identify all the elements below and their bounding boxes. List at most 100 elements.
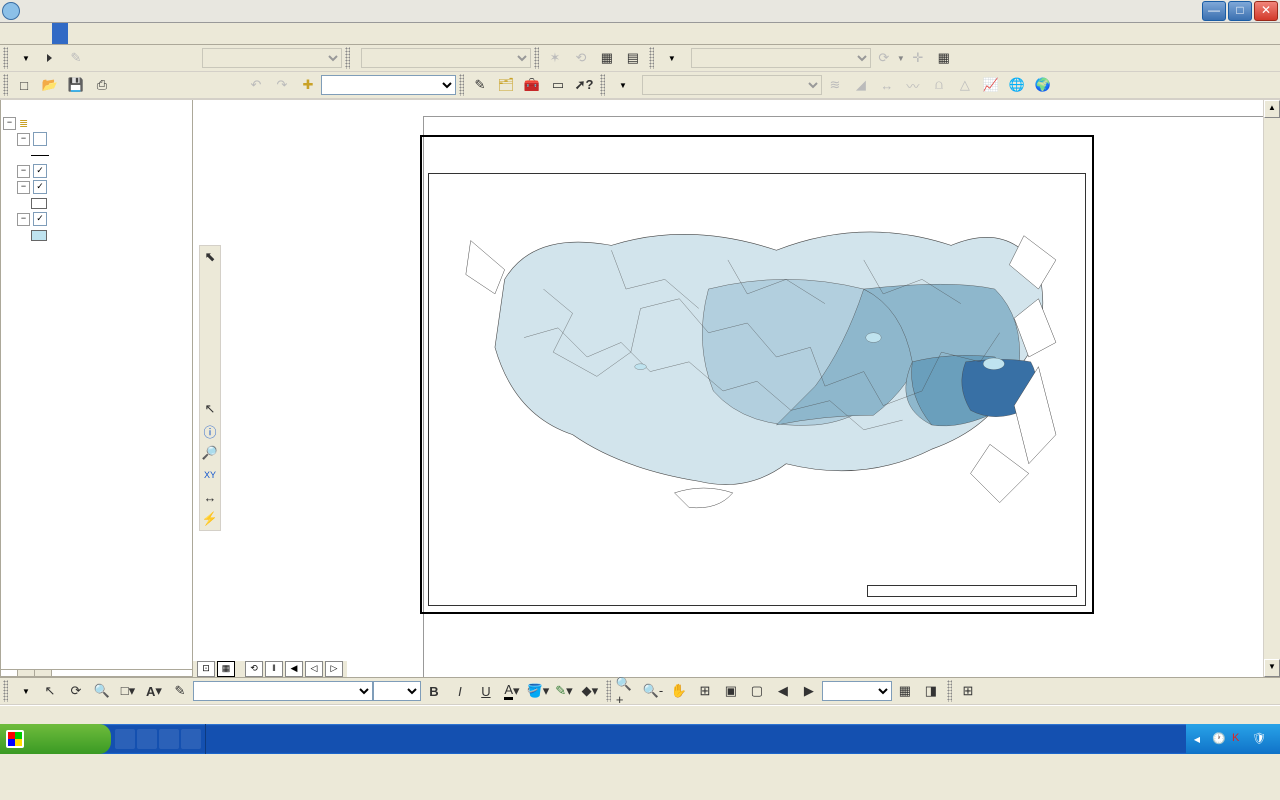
layout-view[interactable]: ⬉ ↖ ⓘ 🔎 XY ↔ ⚡ <box>193 100 1280 677</box>
grip-icon[interactable] <box>345 47 350 69</box>
scroll-start-icon[interactable]: ◁ <box>305 661 323 677</box>
georef-layer-dropdown[interactable] <box>691 48 871 68</box>
zoom-in-icon[interactable]: 🔍+ <box>615 679 639 703</box>
minimize-button[interactable]: — <box>1202 1 1226 21</box>
measure-icon[interactable]: ↔ <box>200 486 220 508</box>
tray-expand-icon[interactable]: ◀ <box>1194 735 1200 744</box>
full-extent-icon[interactable]: ⊞ <box>693 679 717 703</box>
toc-tab-selection[interactable] <box>35 670 52 676</box>
analyst-layer-dropdown[interactable] <box>642 75 822 95</box>
tray-icon[interactable]: K <box>1232 732 1246 746</box>
text-tool-icon[interactable]: A▾ <box>142 679 166 703</box>
edit-vertices-icon[interactable]: ✎ <box>168 679 192 703</box>
close-button[interactable]: ✕ <box>1254 1 1278 21</box>
layout-view-button[interactable]: ▦ <box>217 661 235 677</box>
fixed-zoom-out-icon[interactable]: ▢ <box>745 679 769 703</box>
collapse-icon[interactable]: − <box>3 117 16 130</box>
underline-icon[interactable]: U <box>474 679 498 703</box>
pause-button[interactable]: ‖ <box>265 661 283 677</box>
data-view-button[interactable]: ⊡ <box>197 661 215 677</box>
collapse-icon[interactable]: − <box>17 213 30 226</box>
symbol-swatch[interactable] <box>31 230 47 241</box>
vertical-scrollbar[interactable]: ▲ ▼ <box>1263 100 1280 677</box>
font-color-icon[interactable]: A▾ <box>500 679 524 703</box>
grip-icon[interactable] <box>606 680 611 702</box>
add-data-icon[interactable]: ✚ <box>296 73 320 97</box>
map-page[interactable] <box>423 116 1280 677</box>
layer-checkbox[interactable] <box>33 132 47 146</box>
map-frame[interactable] <box>420 135 1094 614</box>
fixed-zoom-in-icon[interactable]: ▣ <box>719 679 743 703</box>
pointer-icon[interactable]: ↖ <box>200 398 220 420</box>
layer-checkbox[interactable]: ✓ <box>33 212 47 226</box>
collapse-icon[interactable]: − <box>17 165 30 178</box>
arctoolbox-icon[interactable]: 🧰 <box>520 73 544 97</box>
bold-icon[interactable]: B <box>422 679 446 703</box>
command-line-icon[interactable]: ▭ <box>546 73 570 97</box>
grip-icon[interactable] <box>600 74 605 96</box>
map-title[interactable] <box>422 137 1092 141</box>
tray-icon[interactable]: 🛡 <box>1252 732 1266 746</box>
grip-icon[interactable] <box>947 680 952 702</box>
attributes-icon[interactable]: ▦ <box>595 46 619 70</box>
ql-app-icon[interactable] <box>181 729 201 749</box>
scroll-end-icon[interactable]: ▷ <box>325 661 343 677</box>
collapse-icon[interactable]: − <box>17 181 30 194</box>
table-icon[interactable]: ▦ <box>932 46 956 70</box>
change-layout-icon[interactable]: ⊞ <box>956 679 980 703</box>
menu-selection[interactable] <box>68 23 84 44</box>
menu-file[interactable] <box>4 23 20 44</box>
symbol-swatch[interactable] <box>31 198 47 209</box>
grip-icon[interactable] <box>649 47 654 69</box>
grip-icon[interactable] <box>3 47 8 69</box>
zoom-to-icon[interactable]: 🔍 <box>90 679 114 703</box>
menu-help[interactable] <box>116 23 132 44</box>
select-elements-icon[interactable]: ⬉ <box>200 246 220 268</box>
drawing-dropdown[interactable]: ▼ <box>11 679 37 703</box>
layer-checkbox[interactable]: ✓ <box>33 164 47 178</box>
layer-checkbox[interactable]: ✓ <box>33 180 47 194</box>
map-legend[interactable] <box>867 585 1077 597</box>
grip-icon[interactable] <box>459 74 464 96</box>
shape-dropdown-icon[interactable]: □▾ <box>116 679 140 703</box>
arcscene-icon[interactable]: 🌐 <box>1005 73 1029 97</box>
new-icon[interactable]: □ <box>12 73 36 97</box>
menu-edit[interactable] <box>20 23 36 44</box>
ql-ie-icon[interactable] <box>115 729 135 749</box>
line-color-icon[interactable]: ✎▾ <box>552 679 576 703</box>
zoom-out-icon[interactable]: 🔍- <box>641 679 665 703</box>
open-icon[interactable]: 📂 <box>38 73 62 97</box>
arcglobe-icon[interactable]: 🌍 <box>1031 73 1055 97</box>
zoom-dropdown[interactable] <box>822 681 892 701</box>
maximize-button[interactable]: □ <box>1228 1 1252 21</box>
prev-extent-icon[interactable]: ◀ <box>771 679 795 703</box>
identify-icon[interactable]: ⓘ <box>200 420 220 442</box>
refresh-button[interactable]: ⟲ <box>245 661 263 677</box>
scroll-left-icon[interactable]: ◀ <box>285 661 303 677</box>
font-dropdown[interactable] <box>193 681 373 701</box>
ql-media-icon[interactable] <box>159 729 179 749</box>
target-dropdown[interactable] <box>361 48 531 68</box>
georef-dropdown[interactable]: ▼ <box>657 46 683 70</box>
start-button[interactable] <box>0 724 111 754</box>
grip-icon[interactable] <box>3 74 8 96</box>
font-size-dropdown[interactable] <box>373 681 421 701</box>
rotate-icon[interactable]: ⟳ <box>64 679 88 703</box>
editor-dropdown[interactable]: ▼ <box>11 46 37 70</box>
menu-view[interactable] <box>36 23 52 44</box>
toggle-draft-icon[interactable]: ▦ <box>893 679 917 703</box>
marker-color-icon[interactable]: ◆▾ <box>578 679 602 703</box>
task-dropdown[interactable] <box>202 48 342 68</box>
select-icon[interactable]: ↖ <box>38 679 62 703</box>
menu-window[interactable] <box>100 23 116 44</box>
ql-desktop-icon[interactable] <box>137 729 157 749</box>
grip-icon[interactable] <box>534 47 539 69</box>
italic-icon[interactable]: I <box>448 679 472 703</box>
toc-tab-display[interactable] <box>1 670 18 676</box>
whatsthis-icon[interactable]: ➚? <box>572 73 596 97</box>
menu-tools[interactable] <box>84 23 100 44</box>
print-icon[interactable]: ⎙ <box>90 73 114 97</box>
toc-tab-source[interactable] <box>18 670 35 676</box>
scale-dropdown[interactable] <box>321 75 456 95</box>
focus-data-frame-icon[interactable]: ◨ <box>919 679 943 703</box>
